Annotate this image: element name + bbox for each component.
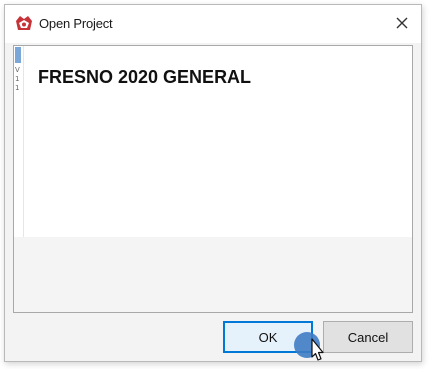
- cancel-button[interactable]: Cancel: [323, 321, 413, 353]
- close-icon: [396, 17, 408, 29]
- close-button[interactable]: [387, 9, 417, 37]
- window-title: Open Project: [39, 16, 113, 31]
- mouse-pointer-icon: [311, 338, 324, 361]
- app-logo-icon: [16, 16, 32, 30]
- open-project-dialog: Open Project V 1 1 FRESNO 2020 GENERAL O…: [4, 4, 422, 362]
- strip-glyph: 1: [15, 75, 20, 83]
- list-column-strip: V 1 1: [14, 46, 24, 237]
- project-list[interactable]: V 1 1 FRESNO 2020 GENERAL: [13, 45, 413, 313]
- list-item-project[interactable]: FRESNO 2020 GENERAL: [38, 67, 251, 88]
- strip-selection-marker: [15, 47, 21, 63]
- strip-glyph: 1: [15, 84, 20, 92]
- strip-glyph: V: [15, 66, 20, 74]
- title-bar: Open Project: [5, 5, 421, 43]
